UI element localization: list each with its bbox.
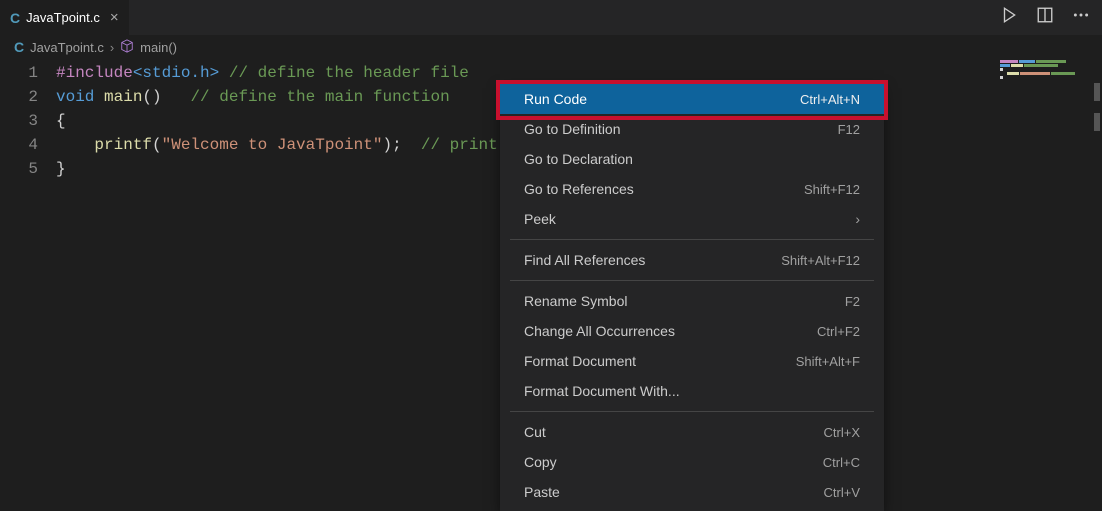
menu-item-format-document[interactable]: Format Document Shift+Alt+F xyxy=(500,346,884,376)
menu-item-copy[interactable]: Copy Ctrl+C xyxy=(500,447,884,477)
menu-separator xyxy=(510,280,874,281)
run-icon[interactable] xyxy=(1000,6,1018,29)
menu-item-find-all-references[interactable]: Find All References Shift+Alt+F12 xyxy=(500,245,884,275)
menu-item-shortcut: Shift+Alt+F12 xyxy=(781,253,860,268)
chevron-right-icon: › xyxy=(855,211,860,227)
menu-item-shortcut: F12 xyxy=(838,122,860,137)
menu-item-rename-symbol[interactable]: Rename Symbol F2 xyxy=(500,286,884,316)
menu-item-change-all-occurrences[interactable]: Change All Occurrences Ctrl+F2 xyxy=(500,316,884,346)
menu-item-go-to-definition[interactable]: Go to Definition F12 xyxy=(500,114,884,144)
close-icon[interactable]: × xyxy=(110,9,119,26)
c-file-icon: C xyxy=(14,39,24,55)
split-editor-icon[interactable] xyxy=(1036,6,1054,29)
menu-item-label: Format Document With... xyxy=(524,383,680,399)
menu-item-shortcut: F2 xyxy=(845,294,860,309)
menu-separator xyxy=(510,239,874,240)
symbol-method-icon xyxy=(120,39,134,56)
menu-item-shortcut: Ctrl+Alt+N xyxy=(800,92,860,107)
editor-tab[interactable]: C JavaTpoint.c × xyxy=(0,0,129,35)
minimap[interactable] xyxy=(1000,60,1090,88)
menu-item-label: Run Code xyxy=(524,91,587,107)
menu-item-go-to-references[interactable]: Go to References Shift+F12 xyxy=(500,174,884,204)
menu-item-label: Peek xyxy=(524,211,556,227)
menu-item-label: Change All Occurrences xyxy=(524,323,675,339)
breadcrumb[interactable]: C JavaTpoint.c › main() xyxy=(0,35,1102,59)
menu-item-label: Format Document xyxy=(524,353,636,369)
menu-item-label: Go to Definition xyxy=(524,121,621,137)
overview-ruler-mark xyxy=(1094,83,1100,101)
menu-item-cut[interactable]: Cut Ctrl+X xyxy=(500,417,884,447)
menu-item-label: Cut xyxy=(524,424,546,440)
menu-item-format-document-with[interactable]: Format Document With... xyxy=(500,376,884,406)
menu-item-shortcut: Shift+Alt+F xyxy=(796,354,860,369)
menu-item-shortcut: Ctrl+C xyxy=(823,455,860,470)
code-line[interactable]: #include<stdio.h> // define the header f… xyxy=(56,61,1102,85)
context-menu: Run CodeCtrl+Alt+NGo to DefinitionF12Go … xyxy=(500,84,884,511)
menu-item-shortcut: Ctrl+V xyxy=(824,485,860,500)
breadcrumb-file: JavaTpoint.c xyxy=(30,40,104,55)
c-file-icon: C xyxy=(10,10,20,26)
scrollbar[interactable] xyxy=(1092,35,1102,510)
chevron-right-icon: › xyxy=(110,40,114,55)
line-gutter: 1 2 3 4 5 xyxy=(0,61,56,181)
menu-item-run-code[interactable]: Run Code Ctrl+Alt+N xyxy=(500,84,884,114)
menu-item-label: Go to References xyxy=(524,181,634,197)
menu-item-shortcut: Shift+F12 xyxy=(804,182,860,197)
menu-item-go-to-declaration[interactable]: Go to Declaration xyxy=(500,144,884,174)
menu-separator xyxy=(510,411,874,412)
menu-item-label: Copy xyxy=(524,454,557,470)
menu-item-shortcut: Ctrl+X xyxy=(824,425,860,440)
menu-item-label: Go to Declaration xyxy=(524,151,633,167)
tab-bar: C JavaTpoint.c × xyxy=(0,0,1102,35)
menu-item-shortcut: Ctrl+F2 xyxy=(817,324,860,339)
overview-ruler-mark xyxy=(1094,113,1100,131)
menu-item-paste[interactable]: Paste Ctrl+V xyxy=(500,477,884,507)
menu-item-label: Find All References xyxy=(524,252,645,268)
menu-item-peek[interactable]: Peek › xyxy=(500,204,884,234)
menu-item-label: Rename Symbol xyxy=(524,293,628,309)
menu-item-label: Paste xyxy=(524,484,560,500)
more-icon[interactable] xyxy=(1072,6,1090,29)
breadcrumb-symbol: main() xyxy=(140,40,177,55)
tab-filename: JavaTpoint.c xyxy=(26,10,100,25)
editor-title-actions xyxy=(1000,6,1090,29)
